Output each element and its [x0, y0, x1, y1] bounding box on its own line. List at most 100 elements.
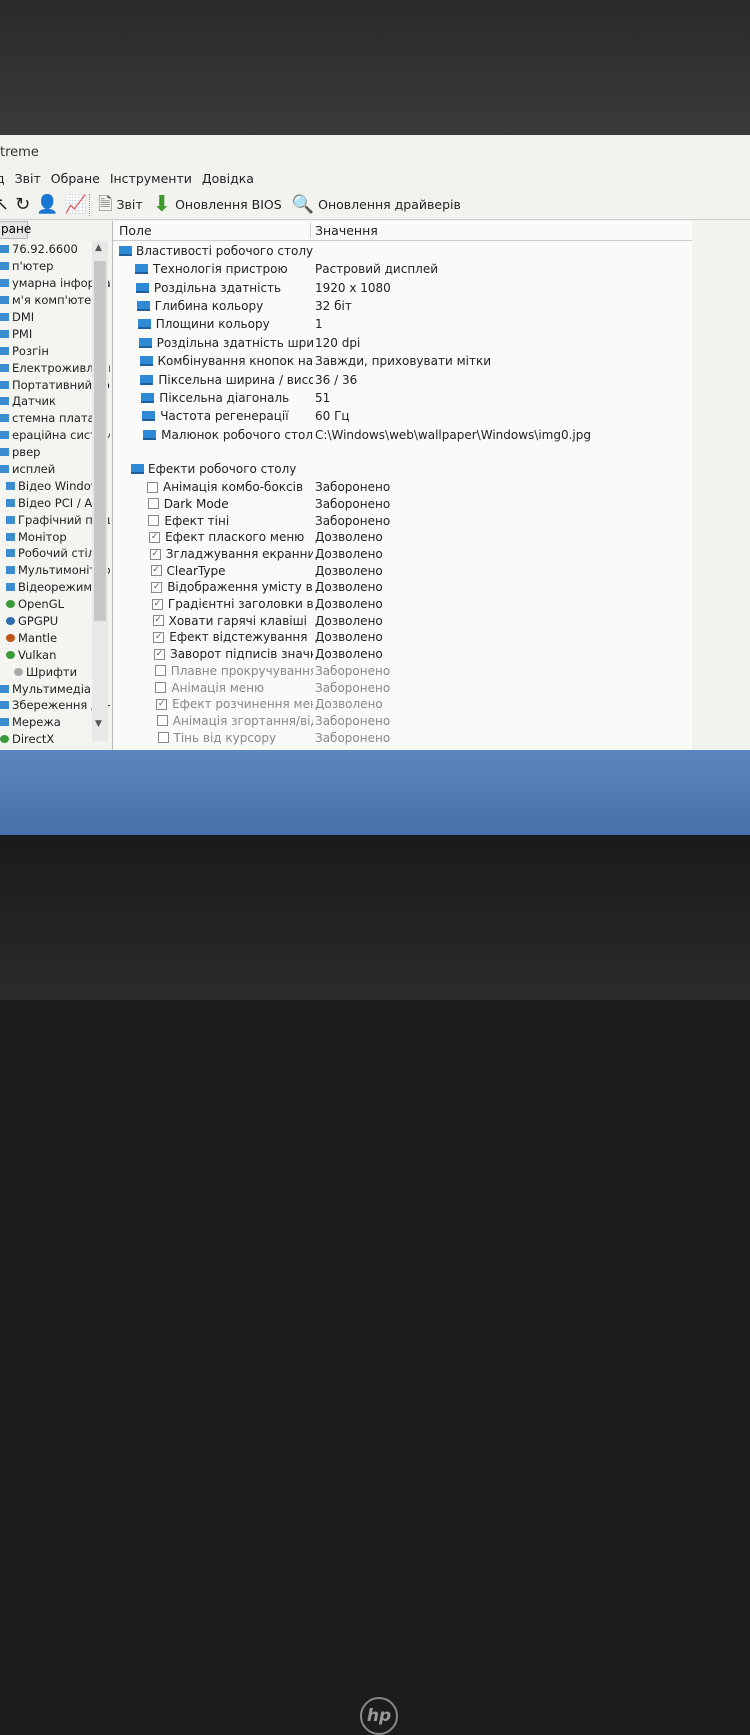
- server-icon: [0, 448, 9, 457]
- tree-item-label: Мережа: [12, 715, 61, 730]
- tree-item-label: рвер: [12, 445, 41, 460]
- value-cell: Заборонено: [315, 480, 391, 495]
- field-cell: ✓ Ховати гарячі клавіші: [113, 614, 313, 628]
- field-cell: ✓ Заворот підписів значків: [113, 647, 313, 661]
- field-label: Піксельна ширина / висота: [158, 372, 313, 387]
- field-label: Ховати гарячі клавіші: [168, 613, 307, 628]
- magnifier-icon: 🔍: [291, 193, 315, 215]
- driver-update-button[interactable]: 🔍 Оновлення драйверів: [291, 193, 461, 215]
- scroll-down-icon[interactable]: ▼: [95, 719, 102, 729]
- user-icon[interactable]: 👤: [36, 195, 58, 214]
- table-row[interactable]: ✓ Градієнтні заголовки віконДозволено: [113, 596, 692, 613]
- checkbox-icon: [147, 498, 159, 510]
- table-row[interactable]: Роздільна здатність 1920 x 1080: [113, 278, 692, 296]
- tree-scrollbar-thumb[interactable]: [94, 261, 106, 621]
- tree-item-label: DirectX: [12, 732, 55, 746]
- table-row[interactable]: Площини кольору 1: [113, 315, 692, 333]
- laptop-icon: [0, 380, 9, 389]
- tree-item-label: OpenGL: [18, 597, 65, 612]
- laptop-bezel-bottom: hp: [0, 835, 750, 1735]
- property-icon: [139, 356, 153, 367]
- tree-item-label: DMI: [12, 310, 35, 324]
- field-cell: Комбінування кнопок на п...: [113, 354, 313, 368]
- table-row[interactable]: Анімація меню Заборонено: [113, 679, 692, 696]
- menu-item[interactable]: д: [0, 171, 5, 189]
- table-row[interactable]: Малюнок робочого столу C:\Windows\web\wal…: [113, 426, 692, 444]
- details-panel: Поле Значення Властивості робочого столу…: [112, 221, 692, 750]
- value-cell: Заборонено: [315, 496, 391, 511]
- table-row[interactable]: ✓ Згладжування екранних шр...Дозволено: [113, 546, 692, 563]
- column-field[interactable]: Поле: [113, 223, 311, 238]
- field-cell: Тінь від курсору: [113, 731, 313, 745]
- menu-item[interactable]: Звіт: [15, 171, 41, 189]
- table-row[interactable]: Анімація комбо-боксів Заборонено: [113, 479, 692, 496]
- scroll-up-icon[interactable]: ▲: [95, 243, 102, 253]
- table-row[interactable]: ✓ ClearType Дозволено: [113, 562, 692, 579]
- table-row[interactable]: ✓ Відображення умісту вікна ...Дозволено: [113, 579, 692, 596]
- group-title: Властивості робочого столу: [136, 243, 314, 258]
- field-cell: ✓ Ефект відстежування: [113, 630, 313, 644]
- checkbox-icon: ✓: [156, 698, 168, 710]
- field-cell: Ефект тіні: [113, 514, 313, 528]
- field-label: Dark Mode: [163, 496, 229, 511]
- report-button[interactable]: 🗎 Звіт: [98, 195, 143, 214]
- table-row[interactable]: Тінь від курсору Заборонено: [113, 729, 692, 746]
- field-cell: Площини кольору: [113, 317, 313, 331]
- table-row[interactable]: Dark Mode Заборонено: [113, 496, 692, 513]
- checkbox-icon: ✓: [153, 631, 165, 643]
- table-row[interactable]: Комбінування кнопок на п...Завжди, прихо…: [113, 352, 692, 370]
- checkbox-icon: ✓: [151, 598, 163, 610]
- laptop-bezel-top: [0, 0, 750, 135]
- table-row[interactable]: Піксельна діагональ 51: [113, 389, 692, 407]
- bios-update-button[interactable]: ⬇ Оновлення BIOS: [153, 193, 282, 215]
- table-row[interactable]: Анімація згортання/віднов...Заборонено: [113, 713, 692, 730]
- tree-item-label: исплей: [12, 462, 56, 477]
- aida64-window: treme д Звіт Обране Інструменти Довідка ↖ ↻ …: [0, 135, 750, 750]
- checkbox-icon: [156, 715, 168, 727]
- table-row[interactable]: ✓ Ефект розчинення меню Дозволено: [113, 696, 692, 713]
- group-header[interactable]: Властивості робочого столу: [113, 241, 692, 260]
- menu-item[interactable]: Довідка: [202, 171, 254, 189]
- field-label: Згладжування екранних шр...: [165, 547, 313, 561]
- table-row[interactable]: ✓ Ховати гарячі клавіші Дозволено: [113, 612, 692, 629]
- storage-icon: [0, 701, 9, 710]
- field-cell: Dark Mode: [113, 497, 313, 511]
- chart-icon[interactable]: 📈: [65, 195, 87, 214]
- table-row[interactable]: Плавне прокручування спи...Заборонено: [113, 662, 692, 679]
- field-cell: ✓ Відображення умісту вікна ...: [113, 580, 313, 594]
- table-row[interactable]: ✓ Ефект відстежування Дозволено: [113, 629, 692, 646]
- table-row[interactable]: Глибина кольору 32 біт: [113, 297, 692, 315]
- directx-icon: [0, 735, 9, 744]
- table-row[interactable]: Піксельна ширина / висота 36 / 36: [113, 370, 692, 388]
- back-icon[interactable]: ↖: [0, 195, 9, 214]
- group-header[interactable]: Ефекти робочого столу: [113, 460, 692, 479]
- sensor-icon: [0, 397, 9, 406]
- tree-item-label: Шрифти: [26, 664, 78, 679]
- property-icon: [138, 337, 152, 348]
- tree-item-label: Vulkan: [18, 647, 57, 662]
- table-row[interactable]: Частота регенерації 60 Гц: [113, 407, 692, 425]
- field-cell: Плавне прокручування спи...: [113, 664, 313, 678]
- monitor-icon: [6, 498, 15, 507]
- table-row[interactable]: Технологія пристрою Растровий дисплей: [113, 260, 692, 278]
- toolbar-separator: [89, 193, 91, 216]
- field-cell: Технологія пристрою: [113, 262, 313, 276]
- refresh-icon[interactable]: ↻: [15, 195, 30, 214]
- column-value[interactable]: Значення: [311, 223, 378, 238]
- tree-item-label: Монітор: [18, 529, 67, 544]
- tree-item-label: PMI: [12, 326, 33, 341]
- field-label: Ефект відстежування: [169, 630, 308, 645]
- table-row[interactable]: ✓ Заворот підписів значків Дозволено: [113, 646, 692, 663]
- tab-favorites[interactable]: ране: [0, 221, 31, 239]
- field-cell: Піксельна діагональ: [113, 391, 313, 405]
- chip-icon: [0, 313, 9, 321]
- value-cell: Заборонено: [315, 713, 391, 728]
- table-row[interactable]: Роздільна здатність шрифту120 dpi: [113, 334, 692, 352]
- menu-item[interactable]: Інструменти: [110, 171, 192, 189]
- menu-item[interactable]: Обране: [51, 171, 100, 189]
- table-row[interactable]: ✓ Ефект плаского меню Дозволено: [113, 529, 692, 546]
- table-row[interactable]: Ефект тіні Заборонено: [113, 512, 692, 529]
- field-cell: ✓ Згладжування екранних шр...: [113, 547, 313, 561]
- field-label: Роздільна здатність: [153, 280, 282, 295]
- property-icon: [135, 264, 148, 275]
